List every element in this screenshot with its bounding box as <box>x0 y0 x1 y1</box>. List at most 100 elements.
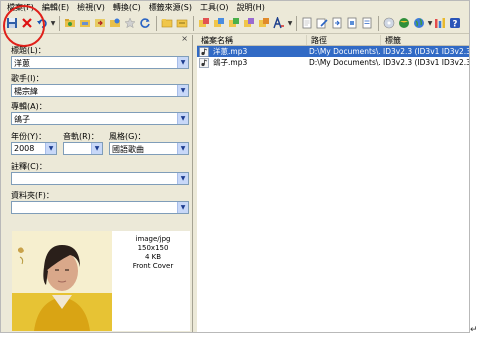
audio-file-icon <box>199 46 209 57</box>
playlist-icon[interactable] <box>78 16 92 30</box>
export-icon[interactable] <box>93 16 107 30</box>
tag-source-3-icon[interactable] <box>227 16 241 30</box>
folder-field[interactable]: ▼ <box>11 201 189 214</box>
paragraph-mark: ↵ <box>470 325 478 335</box>
toolbar: ▼ ▼ ▼ ? <box>1 13 469 34</box>
chevron-down-icon[interactable]: ▼ <box>177 143 188 154</box>
file-tag: ID3v2.3 (ID3v1 ID3v2.3) <box>383 47 469 56</box>
export-list-icon[interactable] <box>360 16 374 30</box>
save-icon[interactable] <box>5 16 19 30</box>
disc-icon[interactable] <box>382 16 396 30</box>
menu-file[interactable]: 檔案(F) <box>7 2 34 13</box>
artist-value: 楊宗緯 <box>14 87 38 96</box>
album-label: 專輯(A)： <box>11 102 47 111</box>
comment-field[interactable]: ▼ <box>11 172 189 185</box>
chevron-down-icon[interactable]: ▼ <box>177 57 188 68</box>
file-name: 鴿子.mp3 <box>213 58 248 67</box>
track-field[interactable]: ▼ <box>63 142 103 155</box>
edit-icon[interactable] <box>315 16 329 30</box>
export-file-icon[interactable] <box>330 16 344 30</box>
tag-source-1-icon[interactable] <box>197 16 211 30</box>
undo-icon[interactable] <box>35 16 49 30</box>
toolbar-separator <box>296 15 297 31</box>
chevron-down-icon[interactable]: ▼ <box>45 143 56 154</box>
file-row[interactable]: 鴿子.mp3 D:\My Documents\... ID3v2.3 (ID3v… <box>197 57 469 68</box>
chevron-down-icon[interactable]: ▼ <box>177 202 188 213</box>
menu-tag-sources[interactable]: 標籤來源(S) <box>149 2 192 13</box>
tag-source-5-icon[interactable] <box>257 16 271 30</box>
file-list: 檔案名稱 路徑 標籤 洋蔥.mp3 D:\My Documents\... ID… <box>197 35 469 332</box>
panel-close-icon[interactable]: × <box>181 34 188 43</box>
chevron-down-icon[interactable]: ▼ <box>177 173 188 184</box>
cover-art-image[interactable] <box>12 231 112 331</box>
refresh-icon[interactable] <box>138 16 152 30</box>
genre-value: 國語歌曲 <box>112 145 144 154</box>
artist-label: 歌手(I)： <box>11 74 44 83</box>
delete-icon[interactable] <box>20 16 34 30</box>
favorite-star-icon[interactable] <box>123 16 137 30</box>
folder-open-icon[interactable] <box>175 16 189 30</box>
comment-label: 註釋(C)： <box>11 162 47 171</box>
folder-icon[interactable] <box>160 16 174 30</box>
cover-mime: image/jpg <box>135 235 171 243</box>
web-icon[interactable] <box>397 16 411 30</box>
tag-panel: × 標題(L)： 洋蔥 ▼ 歌手(I)： 楊宗緯 ▼ 專輯(A)： 鴿子 ▼ 年… <box>3 34 193 332</box>
toolbar-separator <box>193 15 194 31</box>
world-icon[interactable] <box>412 16 426 30</box>
tag-source-4-icon[interactable] <box>242 16 256 30</box>
title-value: 洋蔥 <box>14 59 30 68</box>
panel-titlebar: × <box>3 34 192 43</box>
app-window: 檔案(F) 編輯(E) 檢視(V) 轉換(C) 標籤來源(S) 工具(O) 說明… <box>0 0 470 333</box>
menu-help[interactable]: 說明(H) <box>237 2 265 13</box>
menu-bar: 檔案(F) 編輯(E) 檢視(V) 轉換(C) 標籤來源(S) 工具(O) 說明… <box>1 1 469 13</box>
undo-dropdown-icon[interactable]: ▼ <box>50 20 56 27</box>
cover-type: Front Cover <box>132 262 174 270</box>
text-format-dropdown-icon[interactable]: ▼ <box>287 20 293 27</box>
toolbar-separator <box>156 15 157 31</box>
genre-label: 風格(G)： <box>109 132 146 141</box>
title-label: 標題(L)： <box>11 46 46 55</box>
chevron-down-icon[interactable]: ▼ <box>91 143 102 154</box>
menu-view[interactable]: 檢視(V) <box>77 2 105 13</box>
file-path: D:\My Documents\... <box>309 47 381 56</box>
tag-source-2-icon[interactable] <box>212 16 226 30</box>
genre-field[interactable]: 國語歌曲 ▼ <box>109 142 189 155</box>
year-label: 年份(Y)： <box>11 132 47 141</box>
tag-icon[interactable] <box>108 16 122 30</box>
cover-info: image/jpg 150x150 4 KB Front Cover <box>116 235 190 271</box>
convert-file-icon[interactable] <box>345 16 359 30</box>
menu-convert[interactable]: 轉換(C) <box>113 2 141 13</box>
help-icon[interactable]: ? <box>448 16 462 30</box>
file-name: 洋蔥.mp3 <box>213 47 248 56</box>
cover-filesize: 4 KB <box>144 253 162 261</box>
open-folder-icon[interactable] <box>63 16 77 30</box>
file-tag: ID3v2.3 (ID3v1 ID3v2.3) <box>383 58 469 67</box>
artist-field[interactable]: 楊宗緯 ▼ <box>11 84 189 97</box>
menu-tools[interactable]: 工具(O) <box>200 2 229 13</box>
column-filename[interactable]: 檔案名稱 <box>197 35 307 45</box>
album-value: 鴿子 <box>14 115 30 124</box>
toolbar-separator <box>59 15 60 31</box>
cover-area: image/jpg 150x150 4 KB Front Cover <box>12 231 190 331</box>
text-format-icon[interactable] <box>272 16 286 30</box>
column-tag[interactable]: 標籤 <box>381 35 469 45</box>
svg-text:?: ? <box>453 19 458 29</box>
cover-dimensions: 150x150 <box>137 244 169 252</box>
file-path: D:\My Documents\... <box>309 58 381 67</box>
columns-icon[interactable] <box>433 16 447 30</box>
audio-file-icon <box>199 57 209 68</box>
file-list-header: 檔案名稱 路徑 標籤 <box>197 35 469 46</box>
folder-label: 資料夾(F)： <box>11 191 54 200</box>
column-path[interactable]: 路徑 <box>307 35 381 45</box>
chevron-down-icon[interactable]: ▼ <box>177 113 188 124</box>
notes-icon[interactable] <box>300 16 314 30</box>
album-field[interactable]: 鴿子 ▼ <box>11 112 189 125</box>
toolbar-separator <box>378 15 379 31</box>
title-field[interactable]: 洋蔥 ▼ <box>11 56 189 69</box>
year-field[interactable]: 2008 ▼ <box>11 142 57 155</box>
file-row[interactable]: 洋蔥.mp3 D:\My Documents\... ID3v2.3 (ID3v… <box>197 46 469 57</box>
chevron-down-icon[interactable]: ▼ <box>177 85 188 96</box>
track-label: 音軌(R)： <box>63 132 99 141</box>
menu-edit[interactable]: 編輯(E) <box>42 2 69 13</box>
year-value: 2008 <box>14 144 35 153</box>
